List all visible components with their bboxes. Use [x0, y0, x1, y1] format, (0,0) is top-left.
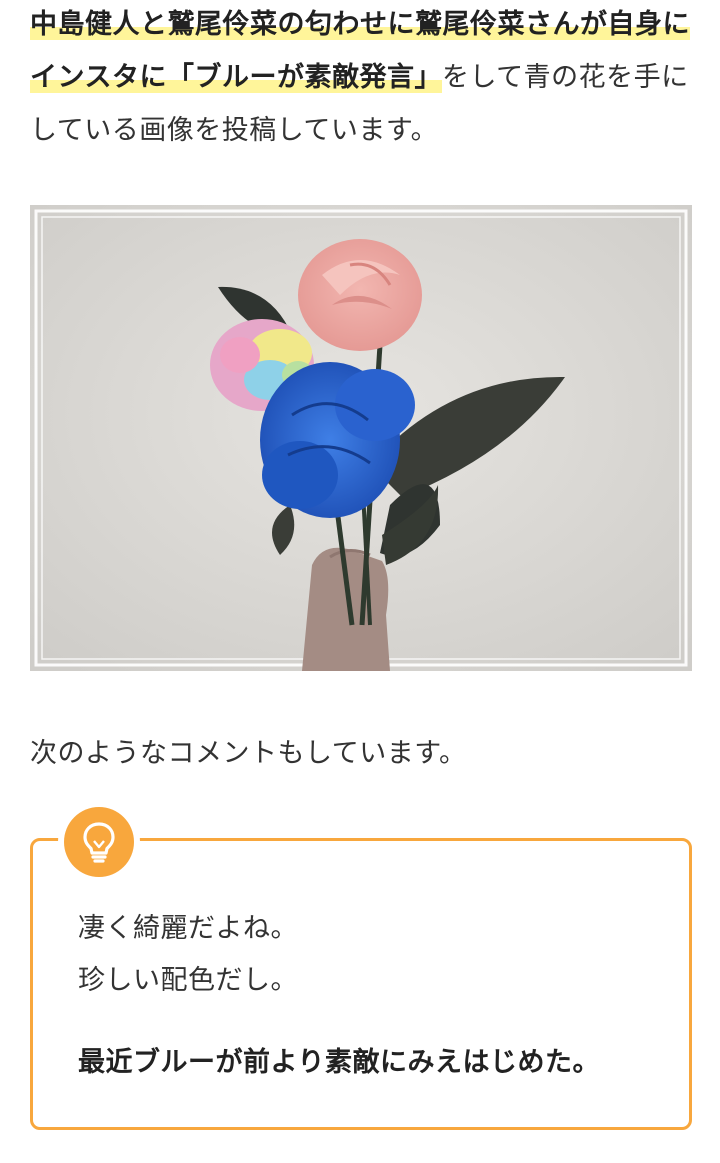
intro-paragraph: 中島健人と鷲尾伶菜の匂わせに鷲尾伶菜さんが自身にインスタに「ブルーが素敵発言」を… [30, 0, 692, 157]
lightbulb-badge [64, 807, 134, 877]
quote-line: 凄く綺麗だよね。 [78, 913, 298, 944]
comment-intro-text: 次のようなコメントもしています。 [30, 738, 467, 769]
article-body: 中島健人と鷲尾伶菜の匂わせに鷲尾伶菜さんが自身にインスタに「ブルーが素敵発言」を… [30, 0, 692, 1130]
quote-emphasis: 最近ブルーが前より素敵にみえはじめた。 [78, 1047, 600, 1078]
flower-photo [30, 205, 692, 671]
quote-line: 珍しい配色だし。 [78, 965, 298, 996]
quote-box: 凄く綺麗だよね。 珍しい配色だし。 最近ブルーが前より素敵にみえはじめた。 [30, 807, 692, 1130]
quote-content: 凄く綺麗だよね。 珍しい配色だし。 最近ブルーが前より素敵にみえはじめた。 [78, 903, 600, 1089]
flower-photo-illustration [30, 205, 692, 671]
lightbulb-icon [83, 822, 115, 863]
